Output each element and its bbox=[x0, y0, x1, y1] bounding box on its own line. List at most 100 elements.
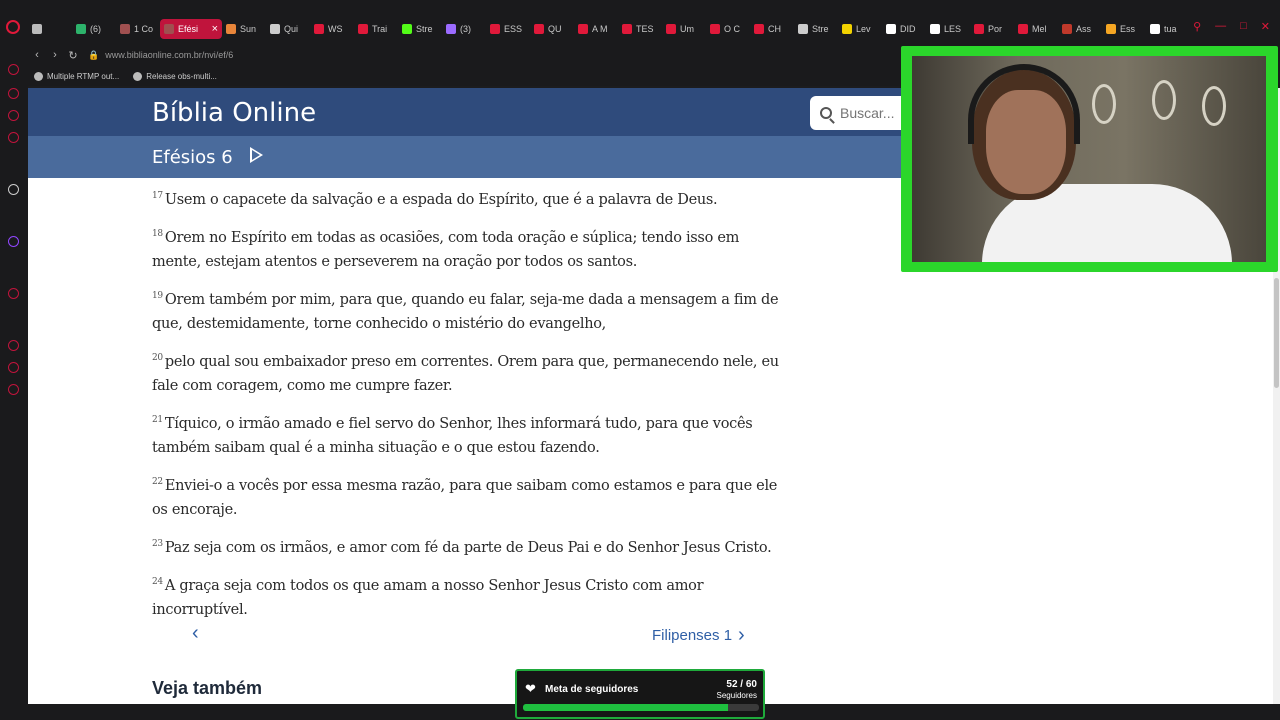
youtube-icon bbox=[314, 24, 324, 34]
verse: 24 A graça seja com todos os que amam a n… bbox=[152, 570, 792, 622]
forward-icon[interactable]: › bbox=[46, 49, 64, 61]
close-window-icon[interactable]: ✕ bbox=[1261, 20, 1270, 33]
browser-tab[interactable]: Sun bbox=[222, 19, 266, 39]
browser-tab[interactable]: A M bbox=[574, 19, 618, 39]
browser-tab[interactable]: Efési × bbox=[160, 19, 222, 39]
tab-label: QU bbox=[548, 24, 562, 34]
verse-number: 21 bbox=[152, 415, 163, 425]
youtube-icon bbox=[534, 24, 544, 34]
browser-tab[interactable]: (3) bbox=[442, 19, 486, 39]
browser-tab[interactable]: Ess bbox=[1102, 19, 1146, 39]
verse: 20 pelo qual sou embaixador preso em corr… bbox=[152, 346, 792, 398]
browser-tab[interactable]: Stre bbox=[398, 19, 442, 39]
goal-progress-track bbox=[523, 704, 759, 711]
tab-label: 1 Co bbox=[134, 24, 154, 34]
green-icon bbox=[76, 24, 86, 34]
maximize-icon[interactable]: □ bbox=[1240, 20, 1247, 33]
browser-tab[interactable]: (6) bbox=[72, 19, 116, 39]
minimize-icon[interactable]: — bbox=[1215, 20, 1226, 33]
tab-label: WS bbox=[328, 24, 343, 34]
browser-tab[interactable]: Trai bbox=[354, 19, 398, 39]
browser-tab[interactable]: TES bbox=[618, 19, 662, 39]
tab-label: Stre bbox=[812, 24, 829, 34]
browser-tab[interactable]: Por bbox=[970, 19, 1014, 39]
see-also-heading: Veja também bbox=[152, 678, 263, 698]
kick-icon bbox=[402, 24, 412, 34]
close-tab-icon[interactable]: × bbox=[212, 23, 218, 35]
play-audio-icon[interactable] bbox=[250, 147, 263, 163]
sidebar-aria-icon[interactable] bbox=[8, 184, 19, 195]
sidebar-settings-icon[interactable] bbox=[8, 384, 19, 395]
tab-label: CH bbox=[768, 24, 781, 34]
verse-number: 24 bbox=[152, 577, 163, 587]
browser-tab[interactable]: Lev bbox=[838, 19, 882, 39]
sidebar-clock-icon[interactable] bbox=[8, 340, 19, 351]
next-chapter-button[interactable]: Filipenses 1 › bbox=[652, 624, 745, 647]
ceiling-light bbox=[1202, 86, 1226, 126]
browser-tab[interactable]: 1 Co bbox=[116, 19, 160, 39]
browser-tab[interactable]: LES bbox=[926, 19, 970, 39]
tab-label: Lev bbox=[856, 24, 871, 34]
reload-icon[interactable]: ↻ bbox=[64, 49, 82, 62]
orange-icon bbox=[226, 24, 236, 34]
browser-tab[interactable]: tua bbox=[1146, 19, 1190, 39]
browser-tab-bar: (6) 1 Co Efési × Sun Qui WS Trai Stre (3) ESS QU A M… bbox=[0, 0, 1280, 44]
tab-label: (3) bbox=[460, 24, 471, 34]
browser-tab[interactable]: ESS bbox=[486, 19, 530, 39]
verse-number: 17 bbox=[152, 191, 163, 201]
url-field[interactable]: www.bibliaonline.com.br/nvi/ef/6 bbox=[105, 50, 233, 60]
browser-tab[interactable]: Qui bbox=[266, 19, 310, 39]
tab-label: Sun bbox=[240, 24, 257, 34]
browser-tab[interactable] bbox=[28, 19, 72, 39]
sidebar-messenger-icon[interactable] bbox=[8, 110, 19, 121]
site-title[interactable]: Bíblia Online bbox=[152, 98, 316, 128]
tab-label: A M bbox=[592, 24, 608, 34]
chapter-title[interactable]: Efésios 6 bbox=[152, 147, 233, 168]
sidebar-cube-icon[interactable] bbox=[8, 362, 19, 373]
verse: 18 Orem no Espírito em todas as ocasiões,… bbox=[152, 222, 792, 274]
browser-tab[interactable]: Mel bbox=[1014, 19, 1058, 39]
search-icon bbox=[820, 107, 832, 119]
tab-label: Mel bbox=[1032, 24, 1047, 34]
verse-text: Tíquico, o irmão amado e fiel servo do S… bbox=[152, 416, 753, 456]
bookmark-item[interactable]: Release obs-multi... bbox=[133, 71, 217, 81]
opera-logo-icon[interactable] bbox=[6, 20, 20, 34]
previous-chapter-button[interactable]: ‹ bbox=[192, 622, 199, 645]
browser-tab[interactable]: Stre bbox=[794, 19, 838, 39]
sidebar-twitch-icon[interactable] bbox=[8, 236, 19, 247]
browser-tab[interactable]: QU bbox=[530, 19, 574, 39]
sidebar-whatsapp-icon[interactable] bbox=[8, 132, 19, 143]
browser-tab[interactable]: WS bbox=[310, 19, 354, 39]
verse-number: 19 bbox=[152, 291, 163, 301]
verse: 21 Tíquico, o irmão amado e fiel servo do… bbox=[152, 408, 792, 460]
tab-label: Por bbox=[988, 24, 1003, 34]
goal-progress-fill bbox=[523, 704, 728, 711]
ceiling-light bbox=[1152, 80, 1176, 120]
verse: 22 Enviei-o a vocês por essa mesma razão,… bbox=[152, 470, 792, 522]
bible-icon bbox=[120, 24, 130, 34]
search-tabs-icon[interactable]: ⚲ bbox=[1193, 20, 1201, 33]
sidebar-player-icon[interactable] bbox=[8, 288, 19, 299]
goal-title: Meta de seguidores bbox=[545, 684, 639, 695]
scrollbar-thumb[interactable] bbox=[1274, 278, 1279, 388]
browser-tab[interactable]: Ass bbox=[1058, 19, 1102, 39]
verse-text: Usem o capacete da salvação e a espada d… bbox=[164, 192, 718, 208]
sidebar-history-icon[interactable] bbox=[8, 64, 19, 75]
tab-label: Ass bbox=[1076, 24, 1092, 34]
bookmark-item[interactable]: Multiple RTMP out... bbox=[34, 71, 119, 81]
chevron-right-icon: › bbox=[738, 624, 745, 646]
browser-tab[interactable]: O C bbox=[706, 19, 750, 39]
google-icon bbox=[1150, 24, 1160, 34]
tab-label: O C bbox=[724, 24, 741, 34]
sidebar-bag-icon[interactable] bbox=[8, 88, 19, 99]
lock-icon[interactable]: 🔒 bbox=[88, 50, 99, 61]
verse-number: 18 bbox=[152, 229, 163, 239]
browser-tab[interactable]: CH bbox=[750, 19, 794, 39]
back-icon[interactable]: ‹ bbox=[28, 49, 46, 61]
tab-label: LES bbox=[944, 24, 962, 34]
verse-number: 22 bbox=[152, 477, 163, 487]
youtube-icon bbox=[1018, 24, 1028, 34]
browser-tab[interactable]: Um bbox=[662, 19, 706, 39]
browser-tab[interactable]: DID bbox=[882, 19, 926, 39]
youtube-icon bbox=[974, 24, 984, 34]
